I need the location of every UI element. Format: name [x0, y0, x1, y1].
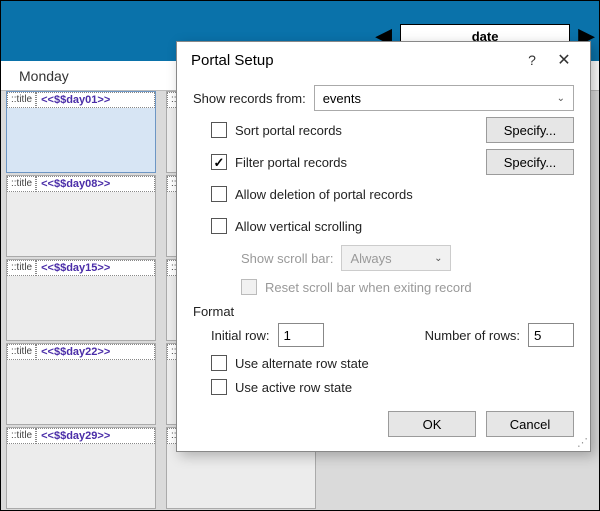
field-title-tag: ::title [7, 260, 36, 276]
calendar-cell[interactable]: ::title<<$$day08>>events [1..5, Filter] [6, 175, 156, 257]
initial-row-input[interactable] [278, 323, 324, 347]
allow-delete-checkbox[interactable] [211, 186, 227, 202]
day-variable: <<$$day22>> [36, 344, 155, 360]
day-variable: <<$$day08>> [36, 176, 155, 192]
calendar-cell[interactable]: ::title<<$$day01>> [6, 91, 156, 173]
filter-records-label: Filter portal records [235, 155, 347, 170]
dialog-title: Portal Setup [191, 52, 274, 69]
cancel-button[interactable]: Cancel [486, 411, 574, 437]
filter-specify-button[interactable]: Specify... [486, 149, 574, 175]
day-variable: <<$$day15>> [36, 260, 155, 276]
allow-vscroll-checkbox[interactable] [211, 218, 227, 234]
field-title-tag: ::title [7, 344, 36, 360]
sort-records-label: Sort portal records [235, 123, 342, 138]
show-scrollbar-label: Show scroll bar: [241, 251, 333, 266]
weekday-label: Monday [19, 68, 69, 84]
calendar-cell[interactable]: ::title<<$$day22>>events [1..5+, Filter] [6, 343, 156, 425]
ok-button[interactable]: OK [388, 411, 476, 437]
active-row-checkbox[interactable] [211, 379, 227, 395]
portal-setup-dialog: Portal Setup ? ✕ Show records from: even… [176, 41, 591, 452]
number-of-rows-label: Number of rows: [425, 328, 520, 343]
field-title-tag: ::title [7, 428, 36, 444]
resize-grip-icon[interactable]: ⋰ [577, 436, 588, 449]
field-title-tag: ::title [7, 92, 36, 108]
format-group-label: Format [193, 304, 574, 319]
reset-scrollbar-label: Reset scroll bar when exiting record [265, 280, 472, 295]
alternate-row-label: Use alternate row state [235, 356, 369, 371]
number-of-rows-input[interactable] [528, 323, 574, 347]
day-variable: <<$$day01>> [36, 92, 155, 108]
calendar-cell[interactable]: ::title<<$$day15>>events [1..5+, Filter] [6, 259, 156, 341]
calendar-column-1: ::title<<$$day01>>::title<<$$day08>>even… [6, 91, 156, 505]
initial-row-label: Initial row: [211, 328, 270, 343]
filter-records-checkbox[interactable]: ✓ [211, 154, 227, 170]
field-title-tag: ::title [7, 176, 36, 192]
active-row-label: Use active row state [235, 380, 352, 395]
show-scrollbar-select: Always ⌄ [341, 245, 451, 271]
chevron-down-icon: ⌄ [557, 93, 565, 104]
help-icon[interactable]: ? [516, 52, 548, 68]
chevron-down-icon: ⌄ [434, 253, 442, 264]
day-variable: <<$$day29>> [36, 428, 155, 444]
show-records-from-label: Show records from: [193, 91, 306, 106]
close-icon[interactable]: ✕ [548, 50, 580, 70]
sort-records-checkbox[interactable] [211, 122, 227, 138]
show-records-from-select[interactable]: events ⌄ [314, 85, 574, 111]
show-scrollbar-value: Always [350, 251, 391, 266]
show-records-from-value: events [323, 91, 361, 106]
calendar-cell[interactable]: ::title<<$$day29>>events [1..5+, Filter] [6, 427, 156, 509]
alternate-row-checkbox[interactable] [211, 355, 227, 371]
sort-specify-button[interactable]: Specify... [486, 117, 574, 143]
reset-scrollbar-checkbox [241, 279, 257, 295]
allow-vscroll-label: Allow vertical scrolling [235, 219, 362, 234]
allow-delete-label: Allow deletion of portal records [235, 187, 413, 202]
